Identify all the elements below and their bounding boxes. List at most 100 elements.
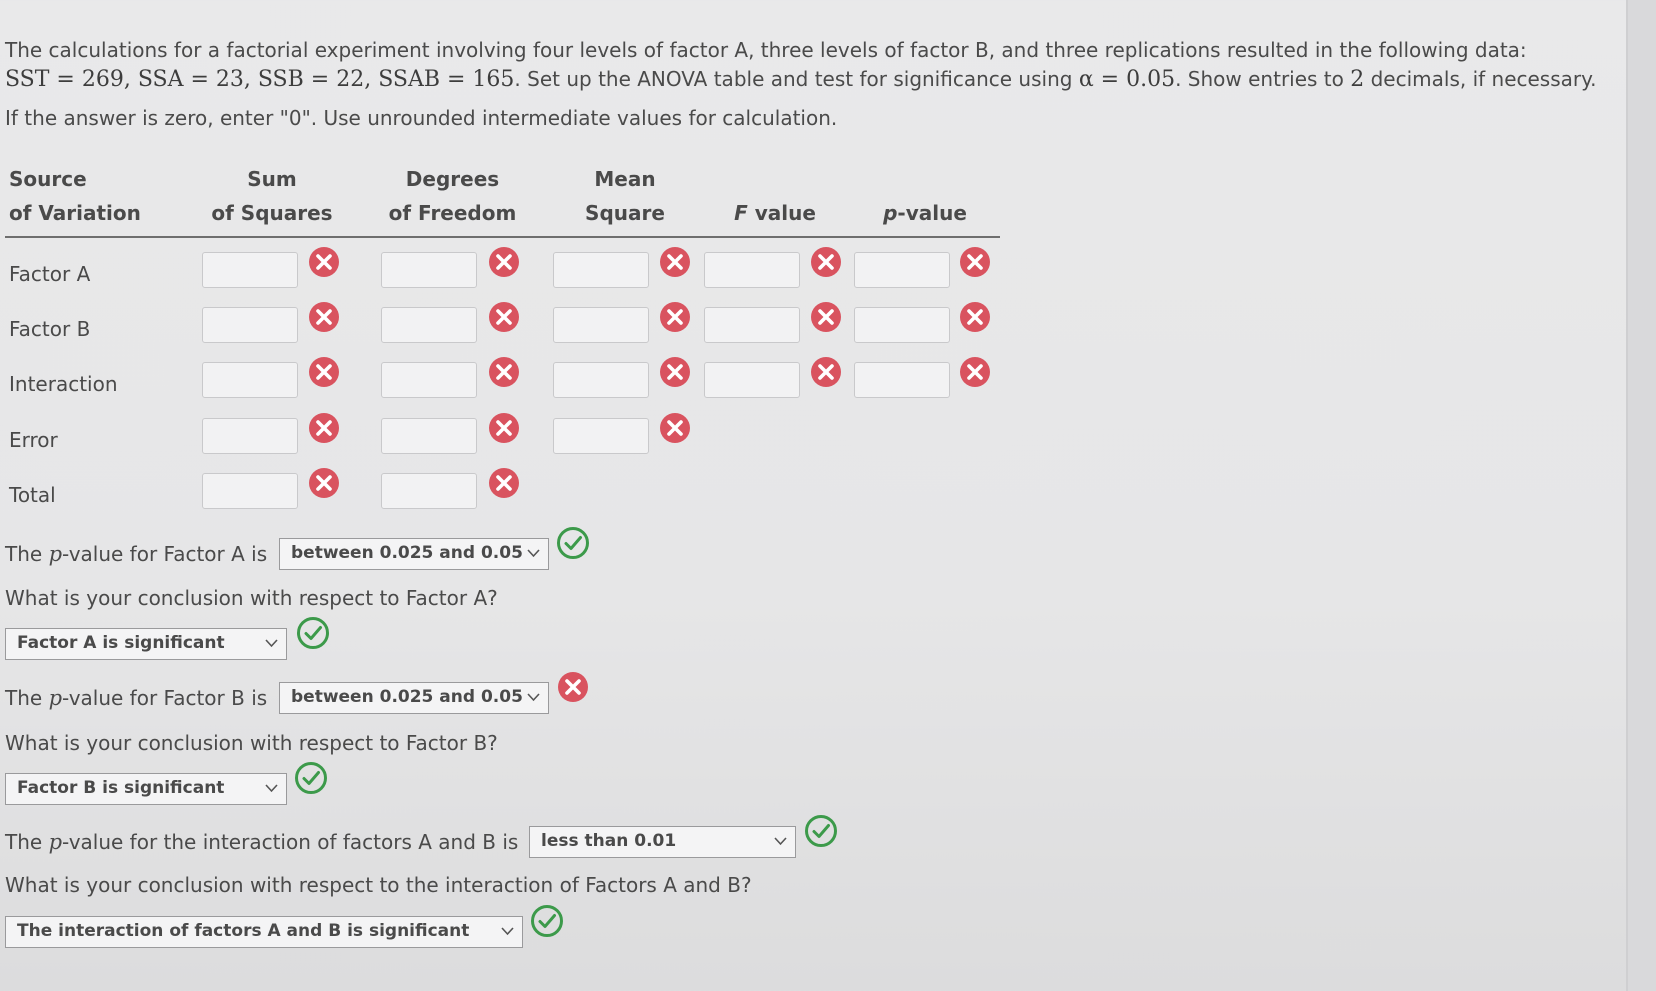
q-p-letter: p bbox=[48, 830, 63, 854]
header-ss-line1: Sum bbox=[247, 167, 297, 191]
header-ss-line2: of Squares bbox=[211, 201, 333, 225]
header-source-line1: Source bbox=[9, 167, 87, 191]
instruction-text-2: . Show entries to bbox=[1175, 67, 1351, 91]
table-header-rule bbox=[5, 236, 1000, 238]
header-mean-square: Mean Square bbox=[555, 162, 695, 230]
row-label-factor-b: Factor B bbox=[9, 317, 91, 341]
q-text-suffix: -value for the interaction of factors A … bbox=[62, 830, 519, 854]
x-circle-icon bbox=[489, 247, 519, 277]
conclusion-interaction-dropdown[interactable]: The interaction of factors A and B is si… bbox=[5, 916, 523, 948]
row-label-error: Error bbox=[9, 428, 58, 452]
input-ss-interaction[interactable] bbox=[202, 362, 298, 398]
x-circle-icon bbox=[960, 247, 990, 277]
problem-line-2: SST = 269, SSA = 23, SSB = 22, SSAB = 16… bbox=[5, 67, 1596, 92]
selected-value: The interaction of factors A and B is si… bbox=[17, 921, 470, 941]
input-p-factor-a[interactable] bbox=[854, 252, 950, 288]
x-circle-icon bbox=[309, 357, 339, 387]
x-circle-icon bbox=[660, 302, 690, 332]
chevron-down-icon bbox=[527, 693, 540, 702]
input-p-factor-b[interactable] bbox=[854, 307, 950, 343]
x-circle-icon bbox=[558, 672, 588, 702]
input-ss-factor-a[interactable] bbox=[202, 252, 298, 288]
input-ss-total[interactable] bbox=[202, 473, 298, 509]
x-circle-icon bbox=[811, 247, 841, 277]
question-pvalue-interaction: The p-value for the interaction of facto… bbox=[5, 830, 518, 854]
page-edge bbox=[1626, 0, 1656, 991]
input-ms-interaction[interactable] bbox=[553, 362, 649, 398]
question-conclusion-interaction: What is your conclusion with respect to … bbox=[5, 873, 752, 897]
header-ms-line1: Mean bbox=[594, 167, 656, 191]
header-source: Source of Variation bbox=[9, 162, 141, 230]
header-df-line2: of Freedom bbox=[388, 201, 517, 225]
input-ms-factor-b[interactable] bbox=[553, 307, 649, 343]
x-circle-icon bbox=[489, 413, 519, 443]
problem-line-1: The calculations for a factorial experim… bbox=[5, 38, 1527, 62]
check-circle-icon bbox=[297, 617, 329, 649]
input-p-interaction[interactable] bbox=[854, 362, 950, 398]
chevron-down-icon bbox=[265, 639, 278, 648]
x-circle-icon bbox=[309, 247, 339, 277]
check-circle-icon bbox=[557, 527, 589, 559]
x-circle-icon bbox=[811, 357, 841, 387]
header-degrees-of-freedom: Degrees of Freedom bbox=[370, 162, 535, 230]
selected-value: between 0.025 and 0.05 bbox=[291, 687, 523, 707]
conclusion-factor-a-dropdown[interactable]: Factor A is significant bbox=[5, 628, 287, 660]
q-p-letter: p bbox=[48, 686, 63, 710]
check-circle-icon bbox=[805, 815, 837, 847]
x-circle-icon bbox=[489, 357, 519, 387]
input-ms-factor-a[interactable] bbox=[553, 252, 649, 288]
selected-value: Factor B is significant bbox=[17, 778, 225, 798]
input-ss-error[interactable] bbox=[202, 418, 298, 454]
question-pvalue-factor-b: The p-value for Factor B is bbox=[5, 686, 267, 710]
header-p-rest: -value bbox=[897, 201, 967, 225]
x-circle-icon bbox=[660, 357, 690, 387]
q-text: The bbox=[5, 686, 49, 710]
row-label-total: Total bbox=[9, 483, 56, 507]
q-p-letter: p bbox=[48, 542, 63, 566]
header-sum-of-squares: Sum of Squares bbox=[198, 162, 346, 230]
x-circle-icon bbox=[309, 413, 339, 443]
chevron-down-icon bbox=[774, 837, 787, 846]
x-circle-icon bbox=[960, 302, 990, 332]
x-circle-icon bbox=[489, 302, 519, 332]
input-f-factor-b[interactable] bbox=[704, 307, 800, 343]
x-circle-icon bbox=[811, 302, 841, 332]
x-circle-icon bbox=[960, 357, 990, 387]
input-ss-factor-b[interactable] bbox=[202, 307, 298, 343]
input-df-factor-b[interactable] bbox=[381, 307, 477, 343]
pvalue-factor-a-dropdown[interactable]: between 0.025 and 0.05 bbox=[279, 538, 549, 570]
input-ms-error[interactable] bbox=[553, 418, 649, 454]
chevron-down-icon bbox=[527, 549, 540, 558]
chevron-down-icon bbox=[501, 927, 514, 936]
input-df-factor-a[interactable] bbox=[381, 252, 477, 288]
alpha-value: α = 0.05 bbox=[1078, 67, 1176, 92]
question-conclusion-factor-b: What is your conclusion with respect to … bbox=[5, 731, 498, 755]
pvalue-interaction-dropdown[interactable]: less than 0.01 bbox=[529, 826, 796, 858]
q-text: The bbox=[5, 830, 49, 854]
input-f-interaction[interactable] bbox=[704, 362, 800, 398]
x-circle-icon bbox=[660, 413, 690, 443]
header-df-line1: Degrees bbox=[405, 167, 500, 191]
input-df-error[interactable] bbox=[381, 418, 477, 454]
input-f-factor-a[interactable] bbox=[704, 252, 800, 288]
header-source-line2: of Variation bbox=[9, 201, 141, 225]
problem-line-3: If the answer is zero, enter "0". Use un… bbox=[5, 106, 838, 130]
conclusion-factor-b-dropdown[interactable]: Factor B is significant bbox=[5, 773, 287, 805]
x-circle-icon bbox=[660, 247, 690, 277]
input-df-interaction[interactable] bbox=[381, 362, 477, 398]
header-f-value: F value bbox=[715, 196, 835, 230]
question-conclusion-factor-a: What is your conclusion with respect to … bbox=[5, 586, 498, 610]
selected-value: less than 0.01 bbox=[541, 831, 677, 851]
check-circle-icon bbox=[295, 762, 327, 794]
header-f-letter: F bbox=[734, 201, 748, 225]
header-p-value: p-value bbox=[870, 196, 980, 230]
check-circle-icon bbox=[531, 905, 563, 937]
row-label-interaction: Interaction bbox=[9, 372, 118, 396]
row-label-factor-a: Factor A bbox=[9, 262, 91, 286]
pvalue-factor-b-dropdown[interactable]: between 0.025 and 0.05 bbox=[279, 682, 549, 714]
header-p-letter: p bbox=[883, 201, 898, 225]
given-values: SST = 269, SSA = 23, SSB = 22, SSAB = 16… bbox=[5, 67, 515, 92]
selected-value: between 0.025 and 0.05 bbox=[291, 543, 523, 563]
input-df-total[interactable] bbox=[381, 473, 477, 509]
chevron-down-icon bbox=[265, 784, 278, 793]
